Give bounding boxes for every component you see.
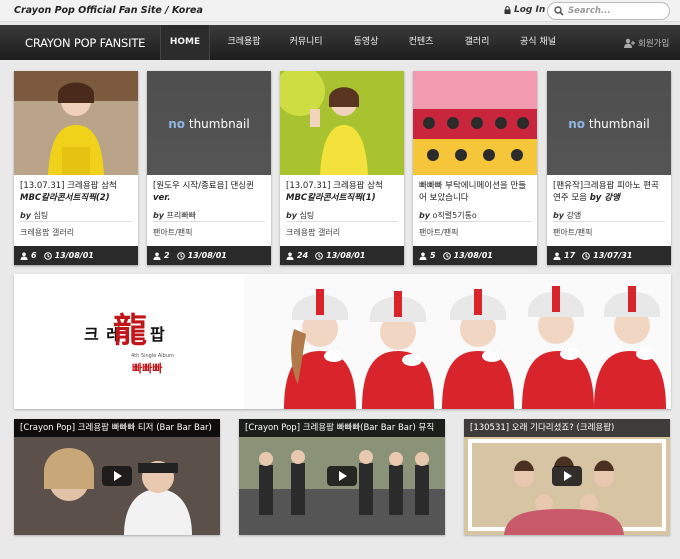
login-link[interactable]: Log In bbox=[504, 5, 545, 15]
search-box[interactable] bbox=[547, 2, 670, 20]
banner-title-hanja: 龍 bbox=[113, 311, 147, 351]
nav-home[interactable]: HOME bbox=[160, 25, 210, 60]
divider bbox=[553, 221, 665, 222]
video-title[interactable]: [Crayon Pop] 크레용팝 빠빠빠(Bar Bar Bar) 뮤직 bbox=[239, 419, 445, 437]
site-brand[interactable]: CRAYON POP FANSITE bbox=[25, 36, 145, 50]
post-thumbnail[interactable] bbox=[413, 71, 537, 175]
post-title[interactable]: [팬유작]크레용팝 피아노 편곡 연주 모음 by 강앵 bbox=[553, 180, 667, 204]
post-category[interactable]: 크레용팝 갤러리 bbox=[20, 227, 74, 238]
post-category[interactable]: 팬아트/팬픽 bbox=[419, 227, 459, 238]
post-category[interactable]: 크레용팝 갤러리 bbox=[286, 227, 340, 238]
video-thumbnail[interactable]: [Crayon Pop] 크레용팝 빠빠빠 티저 (Bar Bar Bar) bbox=[14, 419, 220, 535]
post-author: by o직렬5기통o bbox=[419, 211, 477, 220]
video-title[interactable]: [Crayon Pop] 크레용팝 빠빠빠 티저 (Bar Bar Bar) bbox=[14, 419, 220, 437]
post-card[interactable]: no thumbnail [원도우 시작/종료음] 댄싱퀸 ver. by 프리… bbox=[147, 71, 271, 265]
banner-song-title: 빠빠빠 bbox=[132, 362, 163, 375]
post-card[interactable]: 빠빠빠 부탁에니메이션을 만들어 보았습니다 by o직렬5기통o 팬아트/팬픽… bbox=[413, 71, 537, 265]
people-icon bbox=[286, 252, 294, 260]
post-date: 13/08/01 bbox=[54, 251, 94, 260]
signup-link[interactable]: 회원가입 bbox=[624, 37, 669, 49]
people-icon bbox=[20, 252, 28, 260]
post-footer: 6 13/08/01 bbox=[14, 246, 138, 265]
clock-icon bbox=[442, 251, 451, 260]
user-add-icon bbox=[624, 38, 635, 48]
no-thumbnail-placeholder[interactable]: no thumbnail bbox=[547, 71, 671, 175]
divider bbox=[153, 221, 265, 222]
top-bar: Crayon Pop Official Fan Site / Korea Log… bbox=[0, 0, 680, 22]
post-title[interactable]: [13.07.31] 크레용팝 삼척 MBC칼라콘서트직찍(2) bbox=[20, 180, 134, 204]
video-thumbnail[interactable]: [130531] 오래 기다리셨죠? (크레용팝) bbox=[464, 419, 670, 535]
clock-icon bbox=[582, 251, 590, 260]
play-icon[interactable] bbox=[102, 466, 132, 486]
play-icon[interactable] bbox=[327, 466, 357, 486]
post-title[interactable]: [13.07.31] 크레용팝 삼척 MBC칼라콘서트직찍(1) bbox=[286, 180, 400, 204]
nav-official-channel[interactable]: 공식 채널 bbox=[512, 25, 564, 60]
play-icon[interactable] bbox=[552, 466, 582, 486]
post-author: by 강앵 bbox=[553, 211, 582, 220]
post-author: by 심팅 bbox=[20, 211, 49, 220]
post-footer: 2 13/08/01 bbox=[147, 246, 271, 265]
clock-icon bbox=[176, 251, 185, 260]
no-thumbnail-placeholder[interactable]: no thumbnail bbox=[147, 71, 271, 175]
post-card[interactable]: [13.07.31] 크레용팝 삼척 MBC칼라콘서트직찍(2) by 심팅 크… bbox=[14, 71, 138, 265]
post-category[interactable]: 팬아트/팬픽 bbox=[553, 227, 593, 238]
nav-contents[interactable]: 컨텐츠 bbox=[400, 25, 442, 60]
divider bbox=[286, 221, 398, 222]
post-title[interactable]: [원도우 시작/종료음] 댄싱퀸 ver. bbox=[153, 180, 267, 204]
post-author: by 심팅 bbox=[286, 211, 315, 220]
main-nav: CRAYON POP FANSITE HOME 크레용팝 커뮤니티 동영상 컨텐… bbox=[0, 25, 680, 60]
post-date: 13/07/31 bbox=[593, 251, 633, 260]
no-thumbnail-text: thumbnail bbox=[188, 117, 250, 131]
divider bbox=[20, 221, 132, 222]
video-thumbnail[interactable]: [Crayon Pop] 크레용팝 빠빠빠(Bar Bar Bar) 뮤직 bbox=[239, 419, 445, 535]
post-thumbnail[interactable] bbox=[280, 71, 404, 175]
post-footer: 5 13/08/01 bbox=[413, 246, 537, 265]
site-title: Crayon Pop Official Fan Site / Korea bbox=[14, 5, 203, 16]
divider bbox=[419, 221, 531, 222]
view-count: 24 bbox=[297, 251, 309, 260]
search-icon bbox=[554, 6, 564, 16]
nav-gallery[interactable]: 갤러리 bbox=[456, 25, 498, 60]
lock-icon bbox=[504, 6, 511, 14]
banner-title-right: 팝 bbox=[150, 325, 166, 344]
post-footer: 17 13/07/31 bbox=[547, 246, 671, 265]
view-count: 6 bbox=[31, 251, 37, 260]
banner-album-text: 4th Single Album bbox=[131, 353, 174, 359]
post-date: 13/08/01 bbox=[326, 251, 366, 260]
post-card[interactable]: no thumbnail [팬유작]크레용팝 피아노 편곡 연주 모음 by 강… bbox=[547, 71, 671, 265]
clock-icon bbox=[43, 251, 52, 260]
signup-label[interactable]: 회원가입 bbox=[638, 37, 669, 49]
nav-crayonpop[interactable]: 크레용팝 bbox=[218, 25, 270, 60]
no-thumbnail-no: no bbox=[168, 117, 186, 131]
people-icon bbox=[419, 252, 427, 260]
no-thumbnail-no: no bbox=[568, 117, 586, 131]
view-count: 17 bbox=[564, 251, 576, 260]
search-input[interactable] bbox=[568, 6, 663, 16]
no-thumbnail-text: thumbnail bbox=[588, 117, 650, 131]
people-icon bbox=[553, 252, 561, 260]
post-card[interactable]: [13.07.31] 크레용팝 삼척 MBC칼라콘서트직찍(1) by 심팅 크… bbox=[280, 71, 404, 265]
album-banner[interactable]: 크 레 龍 팝 4th Single Album 빠빠빠 bbox=[14, 274, 671, 409]
post-title[interactable]: 빠빠빠 부탁에니메이션을 만들어 보았습니다 bbox=[419, 180, 533, 204]
nav-videos[interactable]: 동영상 bbox=[345, 25, 387, 60]
people-icon bbox=[153, 252, 161, 260]
view-count: 5 bbox=[430, 251, 436, 260]
view-count: 2 bbox=[164, 251, 170, 260]
clock-icon bbox=[315, 251, 323, 260]
post-date: 13/08/01 bbox=[453, 251, 493, 260]
video-title[interactable]: [130531] 오래 기다리셨죠? (크레용팝) bbox=[464, 419, 670, 437]
post-footer: 24 13/08/01 bbox=[280, 246, 404, 265]
post-date: 13/08/01 bbox=[187, 251, 227, 260]
login-label[interactable]: Log In bbox=[514, 5, 545, 15]
post-author: by 프리빠빠 bbox=[153, 211, 196, 220]
post-thumbnail[interactable] bbox=[14, 71, 138, 175]
banner-members-photo bbox=[244, 274, 671, 409]
nav-community[interactable]: 커뮤니티 bbox=[280, 25, 332, 60]
post-category[interactable]: 팬아트/팬픽 bbox=[153, 227, 193, 238]
